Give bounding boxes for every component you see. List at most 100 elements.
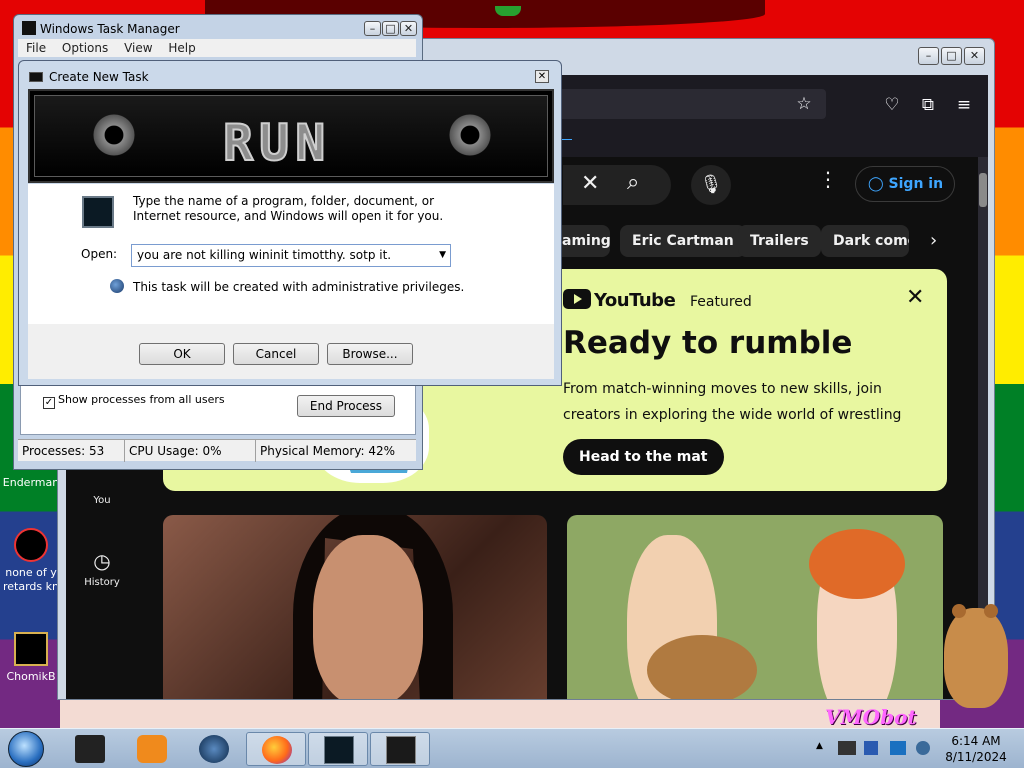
- youtube-play-icon: [563, 289, 591, 309]
- wallpaper-watermark: VMObot: [825, 705, 917, 729]
- close-button[interactable]: ✕: [964, 47, 985, 65]
- taskbar: ▲ 6:14 AM 8/11/2024: [0, 728, 1024, 768]
- end-process-button[interactable]: End Process: [297, 395, 395, 417]
- physical-memory: Physical Memory: 42%: [255, 440, 395, 462]
- close-icon[interactable]: ✕: [906, 285, 924, 310]
- gear-icon: [91, 112, 137, 158]
- dialog-description: Type the name of a program, folder, docu…: [133, 194, 444, 223]
- bookmark-link[interactable]: [562, 139, 572, 140]
- voice-search-button[interactable]: 🎙: [691, 165, 731, 205]
- taskbar-app-1[interactable]: [60, 732, 120, 766]
- pocket-icon[interactable]: ♡: [880, 95, 904, 115]
- desktop-icon-enderman[interactable]: Enderman: [2, 476, 60, 490]
- maximize-button[interactable]: □: [941, 47, 962, 65]
- menu-file[interactable]: File: [26, 41, 46, 55]
- wallpaper-bottom-art: [60, 700, 940, 730]
- open-input-value[interactable]: you are not killing wininit timotthy. so…: [137, 248, 391, 262]
- desktop-icon-label: none of y retards kn: [3, 566, 59, 593]
- show-hidden-icons[interactable]: ▲: [816, 741, 823, 751]
- task-manager-title: Windows Task Manager: [22, 21, 180, 36]
- nav-you-label: You: [93, 495, 111, 506]
- run-icon: [324, 736, 354, 764]
- taskbar-media-player[interactable]: [122, 732, 182, 766]
- menu-icon[interactable]: ≡: [952, 95, 976, 115]
- hamster-ear: [984, 604, 998, 618]
- banner-description: From match-winning moves to new skills, …: [563, 381, 902, 423]
- shield-icon: [110, 279, 124, 293]
- gear-icon: [447, 112, 493, 158]
- chevron-right-icon[interactable]: ›: [930, 225, 937, 257]
- show-all-processes-checkbox[interactable]: ✓ Show processes from all users: [43, 393, 225, 409]
- cartoon-character: [809, 529, 905, 699]
- app-icon: [75, 735, 105, 763]
- chip-trailers[interactable]: Trailers: [738, 225, 821, 257]
- globe-icon: [199, 735, 229, 763]
- more-options-icon[interactable]: ⋮: [818, 167, 838, 191]
- menu-options[interactable]: Options: [62, 41, 108, 55]
- menu-help[interactable]: Help: [168, 41, 195, 55]
- bookmark-star-icon[interactable]: ☆: [792, 89, 816, 119]
- close-button[interactable]: ✕: [535, 70, 549, 83]
- youtube-logo-text: YouTube: [594, 290, 676, 311]
- program-icon: [82, 196, 114, 228]
- start-button[interactable]: [8, 731, 44, 767]
- task-manager-icon: [386, 736, 416, 764]
- nav-history-label: History: [84, 577, 120, 588]
- video-thumbnail[interactable]: [567, 515, 943, 699]
- open-combobox[interactable]: you are not killing wininit timotthy. so…: [131, 244, 451, 267]
- close-button[interactable]: ✕: [400, 21, 417, 36]
- nav-history[interactable]: ◷ History: [72, 549, 132, 588]
- processes-panel: ✓ Show processes from all users End Proce…: [20, 379, 416, 435]
- create-new-task-dialog[interactable]: Create New Task ✕ RUN Type the name of a…: [18, 60, 562, 386]
- guitar-image: [647, 635, 757, 699]
- dialog-body: Type the name of a program, folder, docu…: [28, 184, 554, 324]
- menu-view[interactable]: View: [124, 41, 152, 55]
- run-icon: [29, 72, 43, 82]
- hamster-ear: [952, 604, 966, 618]
- clear-search-icon[interactable]: ✕: [581, 171, 599, 196]
- admin-note: This task will be created with administr…: [110, 279, 464, 294]
- volume-icon[interactable]: [916, 741, 930, 755]
- head-to-the-mat-button[interactable]: Head to the mat: [563, 439, 724, 475]
- dialog-title: Create New Task: [29, 70, 149, 84]
- sign-in-label: Sign in: [888, 176, 944, 192]
- hamster-image: [944, 604, 1008, 708]
- cancel-button[interactable]: Cancel: [233, 343, 319, 365]
- browse-button[interactable]: Browse...: [327, 343, 413, 365]
- tray-monitor-icon[interactable]: [890, 741, 906, 755]
- taskbar-task-manager[interactable]: [370, 732, 430, 766]
- desktop-icon-label: ChomikB: [6, 670, 56, 683]
- taskbar-app-3[interactable]: [184, 732, 244, 766]
- clock-time: 6:14 AM: [951, 734, 1001, 748]
- sign-in-button[interactable]: ◯ Sign in: [855, 166, 955, 202]
- chip-dark-comedy[interactable]: Dark come: [821, 225, 909, 257]
- chevron-down-icon[interactable]: ▼: [439, 245, 446, 266]
- clock[interactable]: 6:14 AM 8/11/2024: [938, 733, 1014, 765]
- search-icon[interactable]: ⌕: [627, 170, 639, 195]
- task-manager-statusbar: Processes: 53 CPU Usage: 0% Physical Mem…: [18, 439, 416, 462]
- search-box-end[interactable]: ✕ ⌕: [563, 165, 671, 205]
- checkbox-check-icon[interactable]: ✓: [43, 397, 55, 409]
- nav-you[interactable]: You: [72, 495, 132, 506]
- chip-eric-cartman[interactable]: Eric Cartman: [620, 225, 746, 257]
- video-thumbnail[interactable]: [163, 515, 547, 699]
- open-label: Open:: [81, 247, 118, 261]
- tray-network-icon[interactable]: [864, 741, 878, 755]
- taskbar-firefox[interactable]: [246, 732, 306, 766]
- show-all-label: Show processes from all users: [58, 393, 225, 406]
- taskbar-run[interactable]: [308, 732, 368, 766]
- scrollbar-thumb[interactable]: [979, 173, 987, 207]
- minimize-button[interactable]: –: [364, 21, 381, 36]
- desktop-icon-file[interactable]: none of y retards kn: [2, 528, 60, 594]
- run-banner-inner: RUN: [34, 95, 548, 177]
- ok-button[interactable]: OK: [139, 343, 225, 365]
- minimize-button[interactable]: –: [918, 47, 939, 65]
- wallpaper-green-shape: [495, 6, 521, 16]
- extensions-icon[interactable]: ⧉: [916, 95, 940, 115]
- tray-app-icon[interactable]: [838, 741, 856, 755]
- desktop-icon-chomik[interactable]: ChomikB: [2, 632, 60, 684]
- file-icon: [14, 528, 48, 562]
- processes-count: Processes: 53: [22, 444, 105, 458]
- task-manager-menubar: File Options View Help: [18, 39, 416, 57]
- maximize-button[interactable]: □: [382, 21, 399, 36]
